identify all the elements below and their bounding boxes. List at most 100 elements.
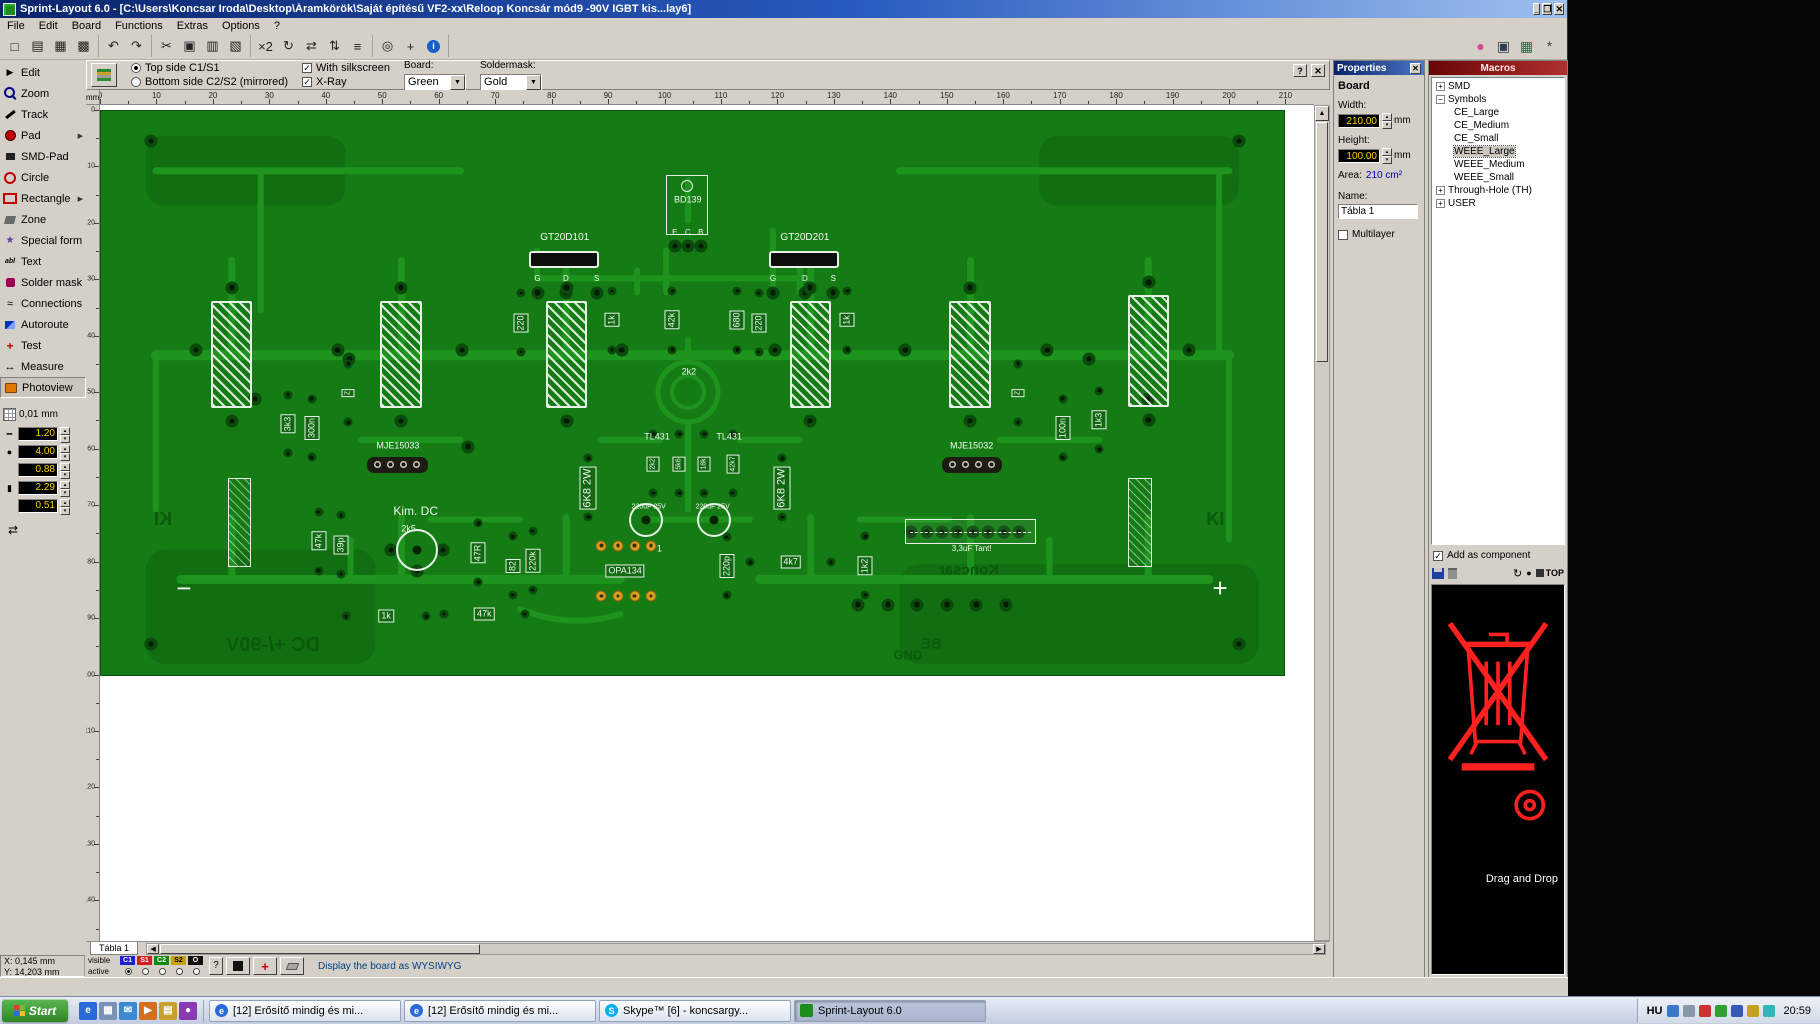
toolbar-settings-button[interactable]: * <box>1538 35 1561 57</box>
menu-options[interactable]: Options <box>215 20 267 32</box>
scroll-left-icon[interactable]: ◀ <box>147 943 160 954</box>
close-button[interactable]: ✕ <box>1554 3 1564 15</box>
minimize-button[interactable]: _ <box>1533 3 1541 15</box>
print-button[interactable]: ▩ <box>72 35 95 57</box>
layer-chip-o[interactable]: O <box>188 956 203 965</box>
macro-item-ce-medium[interactable]: CE_Medium <box>1432 119 1564 132</box>
layer-chip-c2[interactable]: C2 <box>154 956 169 965</box>
size-preset-stepper[interactable]: ▴ ▾ <box>60 462 70 479</box>
task-button-sprint-layout-6-0[interactable]: Sprint-Layout 6.0 <box>794 999 986 1022</box>
undo-button[interactable]: ↶ <box>102 35 125 57</box>
menu-edit[interactable]: Edit <box>32 20 65 32</box>
menu-help[interactable]: ? <box>267 20 287 32</box>
tool-pad[interactable]: Pad ▶ <box>0 125 86 146</box>
radio-bottom-side-icon[interactable] <box>131 77 141 87</box>
board-stack-button[interactable] <box>91 63 117 87</box>
board-name-input[interactable] <box>1338 204 1418 219</box>
redo-button[interactable]: ↷ <box>125 35 148 57</box>
quick-launch-mail-icon[interactable]: ✉ <box>119 1001 137 1020</box>
save-button[interactable]: ▦ <box>49 35 72 57</box>
tree-expander-icon[interactable]: + <box>1436 82 1445 91</box>
tool-flyout-icon[interactable]: ▶ <box>78 132 83 140</box>
layer-active-radio-c1[interactable] <box>125 968 132 975</box>
horizontal-scrollbar[interactable]: ◀ ▶ <box>146 942 1326 955</box>
menu-functions[interactable]: Functions <box>108 20 170 32</box>
copy-button[interactable]: ▣ <box>178 35 201 57</box>
tray-network-icon[interactable] <box>1731 1004 1744 1017</box>
properties-close-button[interactable]: ✕ <box>1410 62 1421 74</box>
radio-top-side-icon[interactable] <box>131 63 141 73</box>
multilayer-row[interactable]: Multilayer <box>1338 229 1420 240</box>
layer-active-radio-c2[interactable] <box>159 968 166 975</box>
drag-export-button[interactable]: ▦ <box>1515 35 1538 57</box>
macro-item-smd[interactable]: + SMD <box>1432 80 1564 93</box>
macro-item-weee-large[interactable]: WEEE_Large <box>1432 145 1564 158</box>
scale-x2-button[interactable]: ×2 <box>254 35 277 57</box>
task-button-12-er-s-t-mindig-s-mi[interactable]: e [12] Erősítő mindig és mi... <box>404 999 596 1022</box>
eraser-button[interactable] <box>280 957 304 975</box>
exchange-icon[interactable]: ⇄ <box>0 523 86 537</box>
layer-chip-s1[interactable]: S1 <box>137 956 152 965</box>
macro-preview[interactable]: Drag and Drop <box>1431 584 1565 975</box>
tool-zoom[interactable]: Zoom <box>0 83 86 104</box>
board-width-input[interactable]: 210.00 <box>1338 113 1380 128</box>
board-color-select[interactable]: Green ▼ <box>404 73 467 91</box>
chevron-down-icon[interactable]: ▼ <box>526 74 542 90</box>
tool-flyout-icon[interactable]: ▶ <box>78 195 83 203</box>
layer-active-radio-s1[interactable] <box>142 968 149 975</box>
menu-extras[interactable]: Extras <box>170 20 215 32</box>
language-indicator[interactable]: HU <box>1647 1005 1663 1017</box>
menu-board[interactable]: Board <box>65 20 108 32</box>
tool-special-form[interactable]: Special form <box>0 230 86 251</box>
tool-smd-pad[interactable]: SMD-Pad <box>0 146 86 167</box>
mirror-vertical-button[interactable]: ⇅ <box>323 35 346 57</box>
add-as-component-checkbox-icon[interactable] <box>1433 550 1443 561</box>
mirror-horizontal-button[interactable]: ⇄ <box>300 35 323 57</box>
tool-circle[interactable]: Circle <box>0 167 86 188</box>
options-close-button[interactable]: ✕ <box>1311 64 1325 77</box>
checkbox-with-silkscreen-icon[interactable] <box>302 63 313 73</box>
tray-volume-icon[interactable] <box>1683 1004 1696 1017</box>
radio-top-side[interactable]: Top side C1/S1 <box>131 62 288 74</box>
task-button-skype-6-koncsargy[interactable]: S Skype™ [6] - koncsargy... <box>599 999 791 1022</box>
tree-expander-icon[interactable]: + <box>1436 186 1445 195</box>
vertical-scroll-thumb[interactable] <box>1316 122 1328 362</box>
maximize-button[interactable]: ❐ <box>1542 3 1553 15</box>
macro-refresh-icon[interactable]: ↻ <box>1513 567 1522 580</box>
open-button[interactable]: ▤ <box>26 35 49 57</box>
layer-chip-c1[interactable]: C1 <box>120 956 135 965</box>
new-button[interactable]: □ <box>3 35 26 57</box>
macro-item-through-hole-th[interactable]: + Through-Hole (TH) <box>1432 184 1564 197</box>
size-preset-stepper[interactable]: ▴ ▾ <box>60 426 70 443</box>
macro-item-weee-small[interactable]: WEEE_Small <box>1432 171 1564 184</box>
macro-item-weee-medium[interactable]: WEEE_Medium <box>1432 158 1564 171</box>
tool-autoroute[interactable]: Autoroute <box>0 314 86 335</box>
multilayer-checkbox-icon[interactable] <box>1338 229 1348 240</box>
align-button[interactable]: ≡ <box>346 35 369 57</box>
quick-launch-desktop-icon[interactable]: ▦ <box>99 1001 117 1020</box>
quick-launch-media-icon[interactable]: ▶ <box>139 1001 157 1020</box>
tree-expander-icon[interactable]: + <box>1436 199 1445 208</box>
paste-button[interactable]: ▥ <box>201 35 224 57</box>
size-preset-value-2[interactable]: 0.88 <box>18 463 58 477</box>
tray-update-icon[interactable] <box>1715 1004 1728 1017</box>
tray-flag-icon[interactable] <box>1667 1004 1680 1017</box>
size-preset-stepper[interactable]: ▴ ▾ <box>60 444 70 461</box>
tool-solder-mask[interactable]: Solder mask <box>0 272 86 293</box>
tool-zone[interactable]: Zone <box>0 209 86 230</box>
task-button-12-er-s-t-mindig-s-mi[interactable]: e [12] Erősítő mindig és mi... <box>209 999 401 1022</box>
stamp-button[interactable]: ▧ <box>224 35 247 57</box>
tool-photoview[interactable]: Photoview <box>0 377 86 398</box>
quick-launch-folder-icon[interactable]: ▤ <box>159 1001 177 1020</box>
scroll-up-icon[interactable]: ▲ <box>1315 106 1329 121</box>
macro-item-ce-small[interactable]: CE_Small <box>1432 132 1564 145</box>
radio-bottom-side[interactable]: Bottom side C2/S2 (mirrored) <box>131 76 288 88</box>
grid-setting[interactable]: 0,01 mm <box>0 403 86 425</box>
macro-item-symbols[interactable]: − Symbols <box>1432 93 1564 106</box>
checkbox-xray-icon[interactable] <box>302 77 313 87</box>
add-element-button[interactable]: + <box>399 35 422 57</box>
board-tab[interactable]: Tábla 1 <box>90 942 139 955</box>
macro-delete-icon[interactable] <box>1448 567 1457 579</box>
quick-launch-tool-icon[interactable]: ● <box>179 1001 197 1020</box>
info-button[interactable]: i <box>422 35 445 57</box>
